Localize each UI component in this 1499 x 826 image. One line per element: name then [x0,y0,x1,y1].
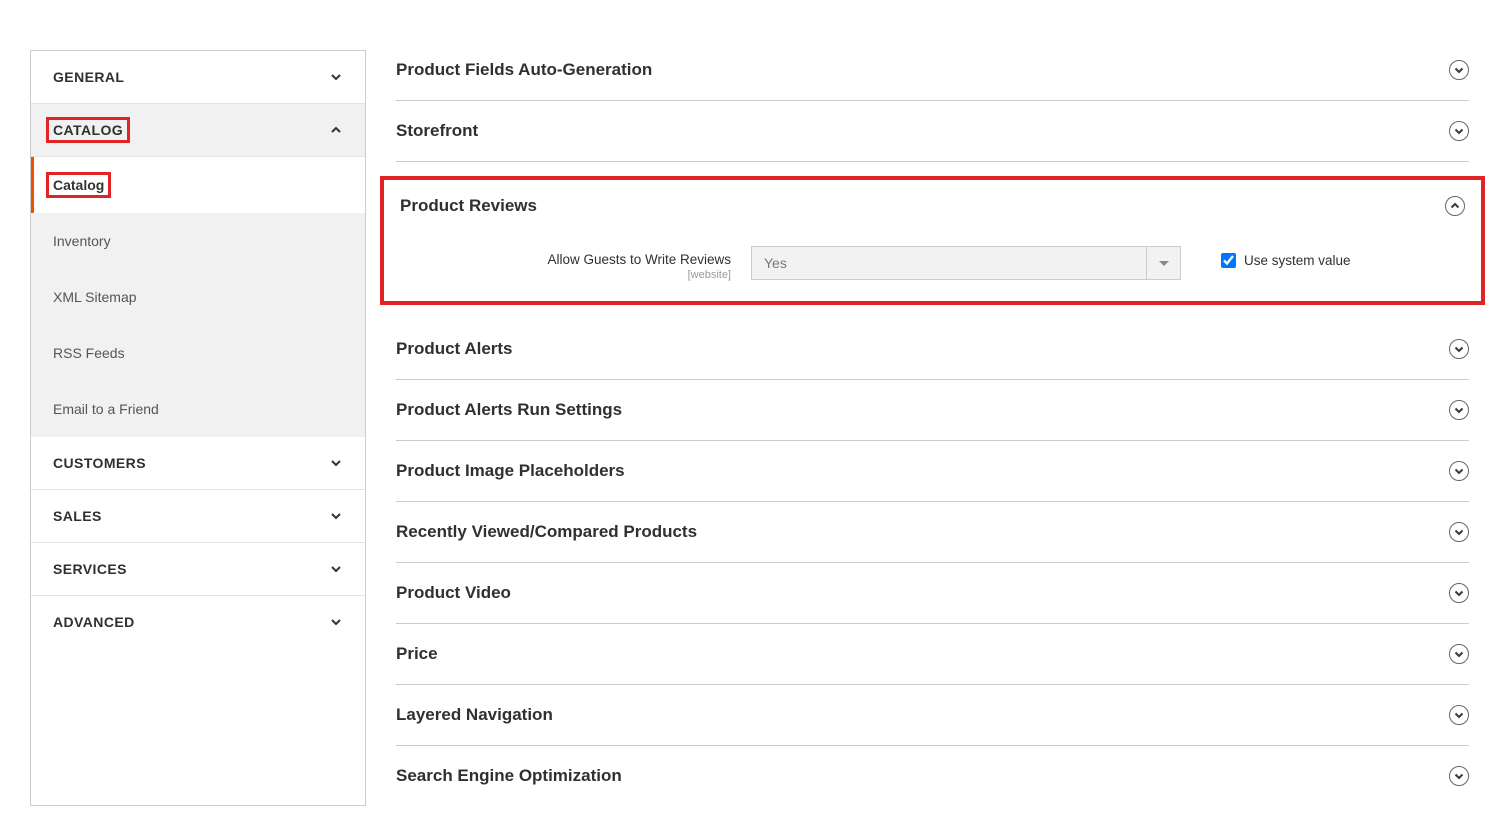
section-layered-navigation: Layered Navigation [396,685,1469,746]
section-toggle[interactable]: Product Alerts Run Settings [396,400,1469,420]
chevron-down-icon [329,509,343,523]
section-toggle[interactable]: Product Fields Auto-Generation [396,60,1469,80]
sidebar-label: ADVANCED [53,614,135,630]
sidebar-section-sales[interactable]: SALES [31,490,365,543]
expand-icon [1449,522,1469,542]
section-toggle[interactable]: Layered Navigation [396,705,1469,725]
section-toggle[interactable]: Search Engine Optimization [396,766,1469,786]
section-storefront: Storefront [396,101,1469,162]
section-title: Product Reviews [400,196,537,216]
sidebar-label: GENERAL [53,69,124,85]
section-title: Price [396,644,438,664]
sidebar-section-services[interactable]: SERVICES [31,543,365,596]
section-product-video: Product Video [396,563,1469,624]
section-product-reviews-highlight: Product Reviews Allow Guests to Write Re… [380,176,1485,305]
sidebar-label: CATALOG [46,117,130,143]
sidebar-section-advanced[interactable]: ADVANCED [31,596,365,648]
sidebar-label: CUSTOMERS [53,455,146,471]
section-title: Product Image Placeholders [396,461,625,481]
sidebar-section-catalog[interactable]: CATALOG [31,104,365,157]
sidebar-item-label: XML Sitemap [53,289,137,305]
section-title: Search Engine Optimization [396,766,622,786]
field-scope: [website] [396,269,731,281]
section-toggle[interactable]: Storefront [396,121,1469,141]
section-toggle[interactable]: Product Reviews [396,196,1469,216]
sidebar-item-inventory[interactable]: Inventory [31,213,365,269]
expand-icon [1449,339,1469,359]
section-toggle[interactable]: Recently Viewed/Compared Products [396,522,1469,542]
use-system-value-checkbox[interactable] [1221,253,1236,268]
chevron-down-icon [329,70,343,84]
use-system-value-label: Use system value [1244,253,1351,268]
sidebar-subitems: Catalog Inventory XML Sitemap RSS Feeds … [31,157,365,437]
chevron-down-icon [329,615,343,629]
use-system-value-wrap: Use system value [1221,246,1351,268]
expand-icon [1449,121,1469,141]
section-title: Recently Viewed/Compared Products [396,522,697,542]
expand-icon [1449,60,1469,80]
expand-icon [1449,400,1469,420]
sidebar-item-rss[interactable]: RSS Feeds [31,325,365,381]
section-product-fields-autogen: Product Fields Auto-Generation [396,50,1469,101]
sidebar-section-general[interactable]: GENERAL [31,51,365,104]
section-toggle[interactable]: Product Video [396,583,1469,603]
section-toggle[interactable]: Product Image Placeholders [396,461,1469,481]
section-body: Allow Guests to Write Reviews [website] … [396,216,1469,281]
expand-icon [1449,705,1469,725]
expand-icon [1449,644,1469,664]
section-product-alerts: Product Alerts [396,319,1469,380]
chevron-down-icon [329,456,343,470]
section-price: Price [396,624,1469,685]
section-title: Product Alerts [396,339,513,359]
expand-icon [1449,766,1469,786]
field-label: Allow Guests to Write Reviews [396,252,731,267]
collapse-icon [1445,196,1465,216]
sidebar-section-customers[interactable]: CUSTOMERS [31,437,365,490]
field-allow-guest-reviews: Allow Guests to Write Reviews [website] … [396,246,1469,281]
sidebar-label: SERVICES [53,561,127,577]
sidebar-item-catalog[interactable]: Catalog [31,157,365,213]
settings-main: Product Fields Auto-Generation Storefron… [396,50,1469,806]
expand-icon [1449,461,1469,481]
section-product-alerts-run: Product Alerts Run Settings [396,380,1469,441]
chevron-down-icon [329,562,343,576]
chevron-down-icon [1146,247,1180,279]
sidebar-item-label: Email to a Friend [53,401,159,417]
sidebar-item-label: Catalog [46,172,111,198]
config-sidebar: GENERAL CATALOG Catalog Inventory XML Si… [30,50,366,806]
sidebar-item-email-friend[interactable]: Email to a Friend [31,381,365,437]
section-title: Layered Navigation [396,705,553,725]
select-value: Yes [752,255,1146,271]
section-title: Storefront [396,121,478,141]
select-allow-guest-reviews[interactable]: Yes [751,246,1181,280]
section-image-placeholders: Product Image Placeholders [396,441,1469,502]
section-title: Product Alerts Run Settings [396,400,622,420]
sidebar-item-label: RSS Feeds [53,345,125,361]
section-toggle[interactable]: Price [396,644,1469,664]
section-seo: Search Engine Optimization [396,746,1469,806]
section-title: Product Fields Auto-Generation [396,60,652,80]
section-title: Product Video [396,583,511,603]
chevron-up-icon [329,123,343,137]
expand-icon [1449,583,1469,603]
section-toggle[interactable]: Product Alerts [396,339,1469,359]
field-label-wrap: Allow Guests to Write Reviews [website] [396,246,731,281]
section-recently-viewed: Recently Viewed/Compared Products [396,502,1469,563]
sidebar-label: SALES [53,508,102,524]
sidebar-item-xml-sitemap[interactable]: XML Sitemap [31,269,365,325]
sidebar-item-label: Inventory [53,233,111,249]
